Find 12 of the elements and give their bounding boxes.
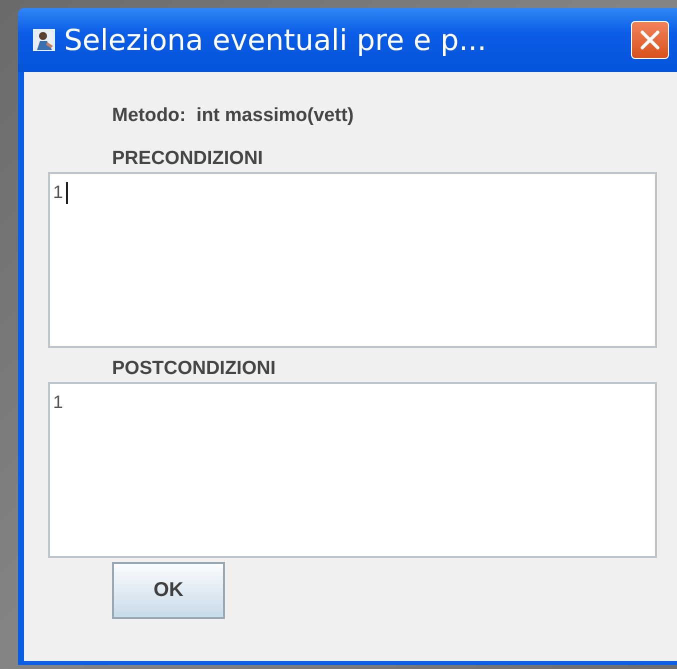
- app-icon: [32, 28, 56, 52]
- close-icon: [639, 29, 661, 51]
- text-area[interactable]: 1: [48, 172, 657, 348]
- window-title: Seleziona eventuali pre e p...: [64, 23, 488, 57]
- line-number: 1: [53, 392, 64, 413]
- text-area[interactable]: 1: [48, 382, 657, 558]
- section-label: PRECONDIZIONI: [112, 148, 264, 170]
- close-button[interactable]: [631, 21, 669, 59]
- ok-button[interactable]: OK: [112, 562, 225, 619]
- line-number: 1: [53, 182, 64, 203]
- section-label: POSTCONDIZIONI: [112, 358, 277, 380]
- method-label: Metodo: int massimo(vett): [112, 105, 355, 127]
